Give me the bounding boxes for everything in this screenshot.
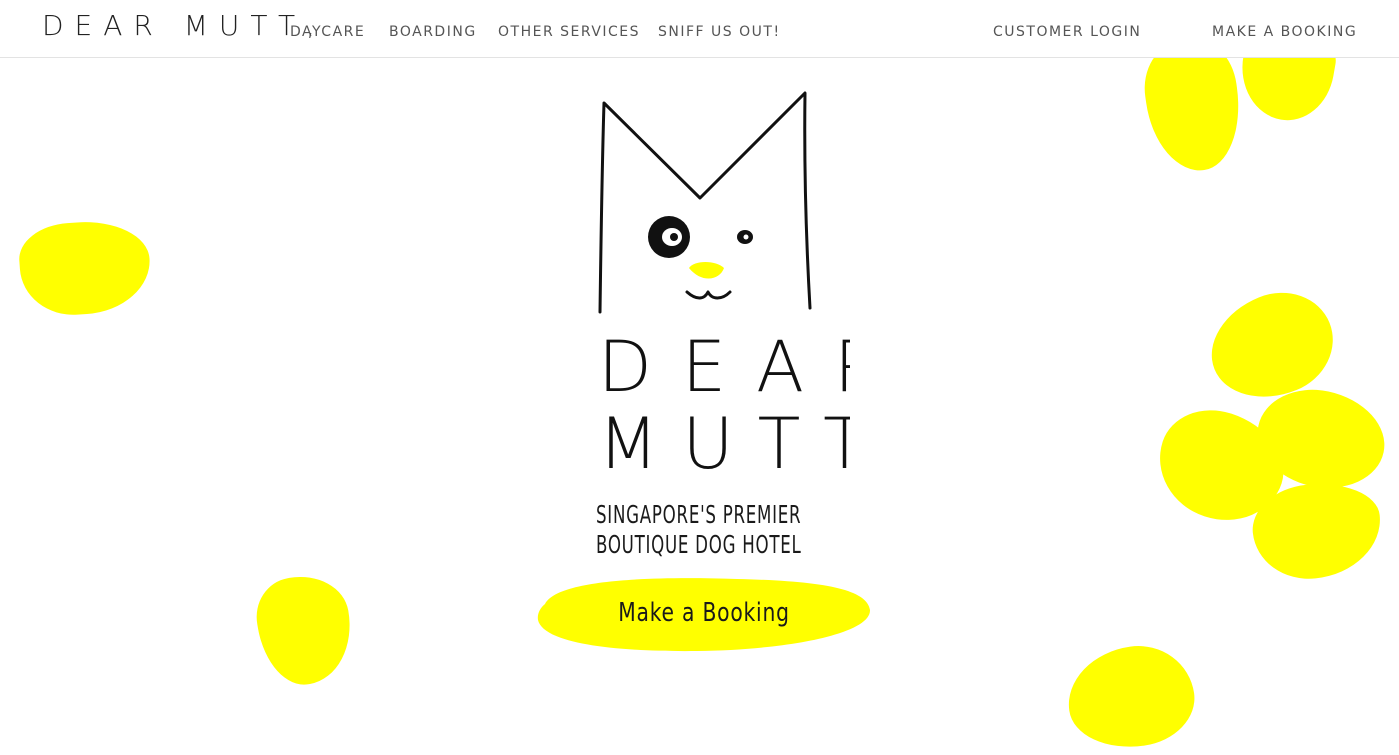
hero-tagline: SINGAPORE'S PREMIER BOUTIQUE DOG HOTEL [596, 500, 802, 560]
dog-mouth [685, 290, 732, 300]
nav-sniff-us-out[interactable]: SNIFF US OUT! [658, 24, 781, 40]
tagline-line-2: BOUTIQUE DOG HOTEL [596, 530, 802, 559]
nav-other-services[interactable]: OTHER SERVICES [498, 24, 640, 40]
yellow-blob [16, 217, 154, 319]
dear-mutt-logo: DEAR MUTT, [598, 91, 850, 473]
cta-label: Make a Booking [618, 598, 790, 628]
make-booking-button[interactable]: Make a Booking [537, 576, 871, 652]
brand-logo-link[interactable]: DEAR MUTT, [42, 9, 326, 42]
customer-login-link[interactable]: CUSTOMER LOGIN [993, 24, 1141, 40]
tagline-line-1: SINGAPORE'S PREMIER [596, 500, 802, 529]
nav-daycare[interactable]: DAYCARE [290, 24, 365, 40]
logo-word-dear: DEAR [598, 326, 850, 408]
site-header: DEAR MUTT, DAYCARE BOARDING OTHER SERVIC… [0, 0, 1399, 58]
dog-nose [689, 262, 724, 279]
yellow-blob [250, 568, 360, 692]
make-booking-nav-link[interactable]: MAKE A BOOKING [1212, 24, 1357, 40]
yellow-blob [1061, 638, 1201, 755]
logo-word-mutt: MUTT, [598, 403, 850, 473]
dog-head-outline [598, 91, 812, 314]
nav-boarding[interactable]: BOARDING [389, 24, 477, 40]
